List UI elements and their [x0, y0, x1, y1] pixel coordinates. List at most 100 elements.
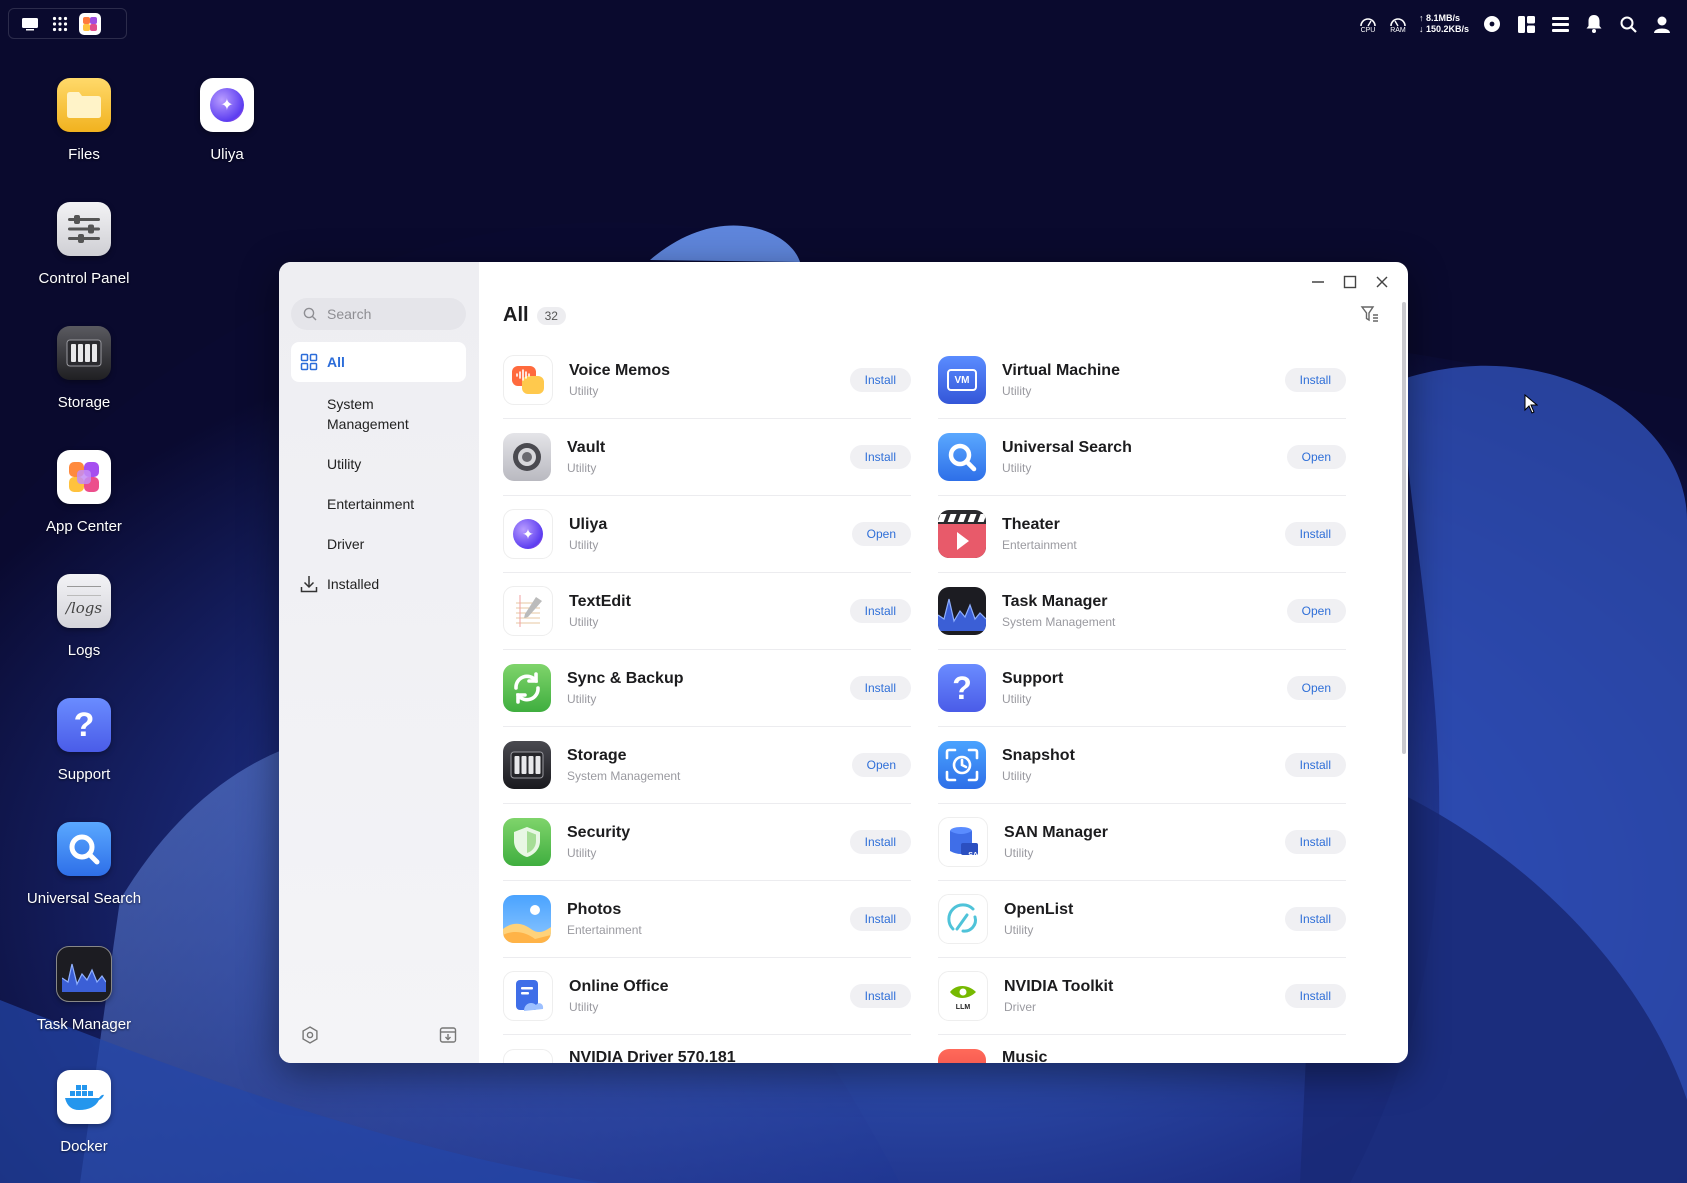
widgets-button[interactable] — [1515, 13, 1537, 35]
app-category: Utility — [569, 615, 599, 629]
open-button[interactable]: Open — [1286, 676, 1346, 700]
app-row-vault[interactable]: Vault Utility Install — [503, 419, 911, 496]
nav-item-driver[interactable]: Driver — [291, 524, 466, 564]
app-name: Storage — [567, 747, 627, 764]
manual-install-button[interactable] — [439, 1026, 457, 1049]
nav-label: All — [327, 354, 345, 370]
install-button[interactable]: Install — [1284, 522, 1346, 546]
install-button[interactable]: Install — [1284, 753, 1346, 777]
maximize-button[interactable] — [1340, 272, 1360, 292]
title-text: All — [503, 304, 529, 326]
desktop-icon-uliya[interactable]: ✦ Uliya — [162, 78, 292, 163]
user-button[interactable] — [1651, 13, 1673, 35]
app-row-music[interactable]: ♪ Music — [938, 1035, 1346, 1063]
open-button[interactable]: Open — [851, 753, 911, 777]
app-row-security[interactable]: Security Utility Install — [503, 804, 911, 881]
nav-label: Entertainment — [327, 496, 415, 512]
open-button[interactable]: Open — [851, 522, 911, 546]
app-row-voice-memos[interactable]: Voice Memos Utility Install — [503, 342, 911, 419]
desktop-icon-universal-search[interactable]: Universal Search — [19, 822, 149, 907]
install-button[interactable]: Install — [1284, 907, 1346, 931]
search-button[interactable] — [1617, 13, 1639, 35]
app-launcher-button[interactable] — [45, 10, 75, 38]
network-speed[interactable]: ↑ 8.1MB/s ↓ 150.2KB/s — [1419, 13, 1469, 35]
app-row-theater[interactable]: Theater Entertainment Install — [938, 496, 1346, 573]
install-button[interactable]: Install — [1284, 830, 1346, 854]
app-row-photos[interactable]: Photos Entertainment Install — [503, 881, 911, 958]
app-row-nvidia-toolkit[interactable]: LLM NVIDIA Toolkit Driver Install — [938, 958, 1346, 1035]
desktop-icon-task-manager[interactable]: Task Manager — [19, 946, 149, 1033]
app-row-task-manager[interactable]: Task Manager System Management Open — [938, 573, 1346, 650]
scrollbar[interactable] — [1402, 302, 1406, 754]
desktop-icon-control-panel[interactable]: Control Panel — [19, 202, 149, 287]
open-button[interactable]: Open — [1286, 599, 1346, 623]
app-name: Online Office — [569, 978, 669, 995]
disc-button[interactable] — [1481, 13, 1503, 35]
layout-icon — [1517, 15, 1535, 33]
install-button[interactable]: Install — [849, 368, 911, 392]
nav-label: Utility — [327, 456, 362, 472]
taskbar-app-center[interactable] — [75, 10, 105, 38]
desktop-icon-docker[interactable]: Docker — [19, 1070, 149, 1155]
desktop-icon-storage[interactable]: Storage — [19, 326, 149, 411]
online-office-icon — [503, 971, 553, 1021]
app-row-openlist[interactable]: OpenList Utility Install — [938, 881, 1346, 958]
app-row-san-manager[interactable]: SAN SAN Manager Utility Install — [938, 804, 1346, 881]
docker-icon — [57, 1070, 111, 1124]
notifications-button[interactable] — [1583, 13, 1605, 35]
desktop-icon-logs[interactable]: /logs Logs — [19, 574, 149, 659]
storage-icon — [57, 326, 111, 380]
desktop-icon-files[interactable]: Files — [19, 78, 149, 163]
gear-icon — [302, 1026, 318, 1044]
app-row-virtual-machine[interactable]: VM Virtual Machine Utility Install — [938, 342, 1346, 419]
install-button[interactable]: Install — [1284, 368, 1346, 392]
san-icon-text: SAN — [968, 852, 983, 859]
virtual-machine-icon: VM — [938, 356, 986, 404]
app-row-support[interactable]: ? Support Utility Open — [938, 650, 1346, 727]
app-column-left: Voice Memos Utility Install Vault Utility … — [503, 342, 911, 1063]
settings-button[interactable] — [301, 1026, 319, 1049]
nav-item-entertainment[interactable]: Entertainment — [291, 484, 466, 524]
nav-item-installed[interactable]: Installed — [291, 564, 466, 604]
install-button[interactable]: Install — [849, 445, 911, 469]
grid-dots-icon — [52, 16, 68, 31]
nvidia-icon: LLM — [938, 971, 988, 1021]
search-input[interactable] — [325, 305, 459, 323]
app-row-universal-search[interactable]: Universal Search Utility Open — [938, 419, 1346, 496]
nav-item-all[interactable]: All — [291, 342, 466, 382]
nav-item-system-management[interactable]: System Management — [291, 384, 466, 444]
app-row-online-office[interactable]: Online Office Utility Install — [503, 958, 911, 1035]
install-button[interactable]: Install — [849, 676, 911, 700]
app-category: Utility — [569, 1000, 599, 1014]
question-icon: ? — [57, 698, 111, 752]
open-button[interactable]: Open — [1286, 445, 1346, 469]
tasks-button[interactable] — [1549, 13, 1571, 35]
cpu-gauge[interactable]: CPU — [1359, 15, 1377, 34]
desktop-icon-support[interactable]: ? Support — [19, 698, 149, 783]
install-button[interactable]: Install — [1284, 984, 1346, 1008]
desktop-icon-label: Support — [57, 766, 111, 783]
app-row-uliya[interactable]: ✦ Uliya Utility Open — [503, 496, 911, 573]
app-row-storage[interactable]: Storage System Management Open — [503, 727, 911, 804]
filter-button[interactable] — [1360, 304, 1380, 324]
close-button[interactable] — [1372, 272, 1392, 292]
install-button[interactable]: Install — [849, 907, 911, 931]
search-icon — [303, 307, 317, 321]
app-center-icon — [79, 12, 101, 35]
app-row-snapshot[interactable]: Snapshot Utility Install — [938, 727, 1346, 804]
app-row-nvidia-driver[interactable]: NVIDIA Driver 570.181 — [503, 1035, 911, 1063]
show-desktop-button[interactable] — [15, 10, 45, 38]
install-button[interactable]: Install — [849, 984, 911, 1008]
ram-gauge[interactable]: RAM — [1389, 15, 1407, 34]
install-button[interactable]: Install — [849, 599, 911, 623]
bell-icon — [1586, 15, 1602, 33]
minimize-button[interactable] — [1308, 272, 1328, 292]
desktop-icon-app-center[interactable]: App Center — [19, 450, 149, 535]
app-row-sync-backup[interactable]: Sync & Backup Utility Install — [503, 650, 911, 727]
desktop-icon — [22, 17, 38, 30]
app-center-sidebar: All System Management Utility Entertainm… — [279, 262, 479, 1063]
app-row-textedit[interactable]: TextEdit Utility Install — [503, 573, 911, 650]
install-button[interactable]: Install — [849, 830, 911, 854]
ram-gauge-icon — [1390, 17, 1406, 26]
nav-item-utility[interactable]: Utility — [291, 444, 466, 484]
